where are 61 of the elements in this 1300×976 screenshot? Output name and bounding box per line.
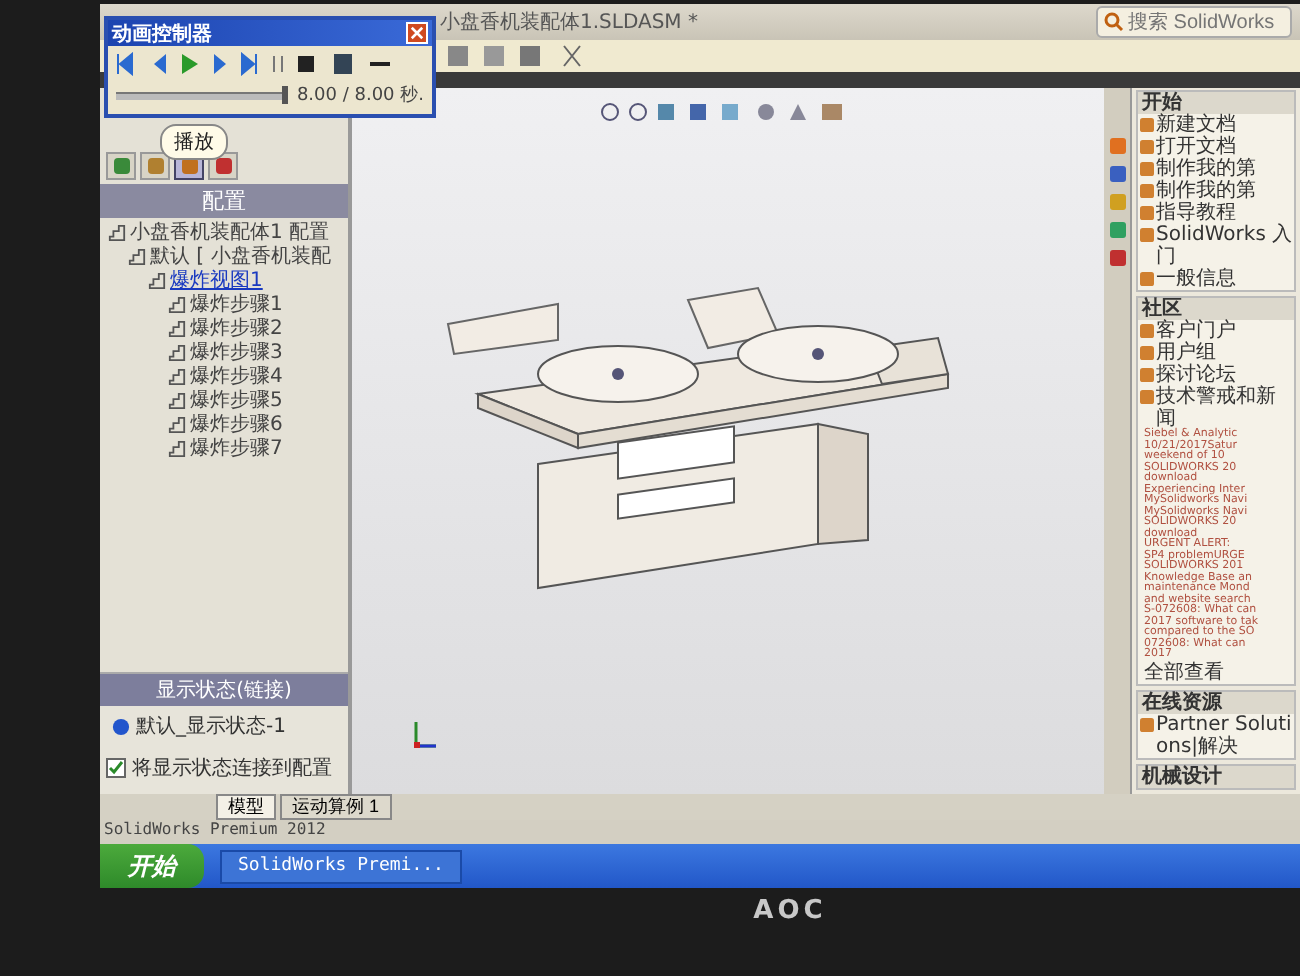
status-text: SolidWorks Premium 2012	[100, 820, 1300, 844]
start-button[interactable]: 开始	[100, 844, 204, 888]
tree-item[interactable]: 爆炸步骤1	[190, 290, 283, 318]
section-title: 机械设计	[1138, 765, 1294, 787]
section-title: 开始	[1138, 92, 1294, 114]
tree-item[interactable]: 爆炸步骤3	[190, 338, 283, 366]
monitor-brand-logo: AOC	[753, 896, 827, 930]
tree-node-icon	[128, 247, 146, 265]
panel-header: 配置	[100, 184, 348, 218]
display-state-header: 显示状态(链接)	[100, 674, 348, 706]
checkbox[interactable]	[106, 758, 126, 778]
taskbar-button[interactable]: SolidWorks Premi...	[220, 849, 462, 883]
view-all-link[interactable]: 全部查看	[1138, 661, 1294, 683]
tree-item[interactable]: 爆炸步骤4	[190, 362, 283, 390]
slider-thumb[interactable]	[282, 85, 289, 103]
section-title: 在线资源	[1138, 691, 1294, 713]
tree-node-icon	[148, 271, 166, 289]
task-pane-link[interactable]: 一般信息	[1156, 268, 1236, 290]
time-slider[interactable]	[116, 91, 289, 99]
task-pane-link[interactable]: 用户组	[1156, 342, 1216, 364]
task-pane-link[interactable]: 技术警戒和新闻	[1156, 386, 1294, 430]
axis-triad-icon	[408, 718, 440, 754]
task-pane-link[interactable]: 探讨论坛	[1156, 364, 1236, 386]
item-icon	[1140, 272, 1154, 286]
task-pane-link[interactable]: 指导教程	[1156, 202, 1236, 224]
task-pane-link[interactable]: 制作我的第	[1156, 158, 1256, 180]
tree-node-icon	[168, 415, 186, 433]
time-readout: 8.00 / 8.00 秒.	[296, 83, 424, 108]
tree-node-icon	[168, 391, 186, 409]
close-button[interactable]	[406, 22, 428, 44]
tree-node-icon	[168, 295, 186, 313]
tree-node-icon	[168, 439, 186, 457]
tree-node-icon	[168, 319, 186, 337]
tree-item[interactable]: 默认 [ 小盘香机装配	[150, 242, 331, 270]
window-title: 小盘香机装配体1.SLDASM *	[440, 9, 698, 36]
window-title: 动画控制器	[112, 21, 212, 47]
tree-node-icon	[168, 367, 186, 385]
task-pane-link[interactable]: 制作我的第	[1156, 180, 1256, 202]
tree-item[interactable]: 爆炸步骤2	[190, 314, 283, 342]
tree-item[interactable]: 爆炸步骤7	[190, 434, 283, 462]
bottom-tab[interactable]: 运动算例 1	[280, 794, 392, 820]
item-icon	[1140, 717, 1154, 731]
tree-node-icon	[168, 343, 186, 361]
bottom-tab[interactable]: 模型	[216, 794, 276, 820]
section-title: 社区	[1138, 298, 1294, 320]
task-pane-link[interactable]: 客户门户	[1156, 320, 1236, 342]
tree-item[interactable]: 小盘香机装配体1 配置	[130, 218, 330, 246]
tooltip: 播放	[160, 124, 228, 160]
task-pane-link[interactable]: 打开文档	[1156, 136, 1236, 158]
search-icon	[1104, 12, 1124, 32]
checkbox-label: 将显示状态连接到配置	[132, 755, 332, 782]
tree-node-icon	[108, 223, 126, 241]
tree-item[interactable]: 爆炸视图1	[170, 266, 263, 294]
task-pane-link[interactable]: Partner Solutions|解决	[1156, 713, 1294, 757]
search-field[interactable]: 搜索 SolidWorks	[1096, 6, 1292, 38]
tree-item[interactable]: 爆炸步骤6	[190, 410, 283, 438]
task-pane-link[interactable]: 新建文档	[1156, 114, 1236, 136]
display-state-item[interactable]: 默认_显示状态-1	[136, 712, 286, 740]
tree-item[interactable]: 爆炸步骤5	[190, 386, 283, 414]
display-state-icon	[112, 717, 130, 735]
task-pane-link[interactable]: SolidWorks 入门	[1156, 224, 1294, 268]
